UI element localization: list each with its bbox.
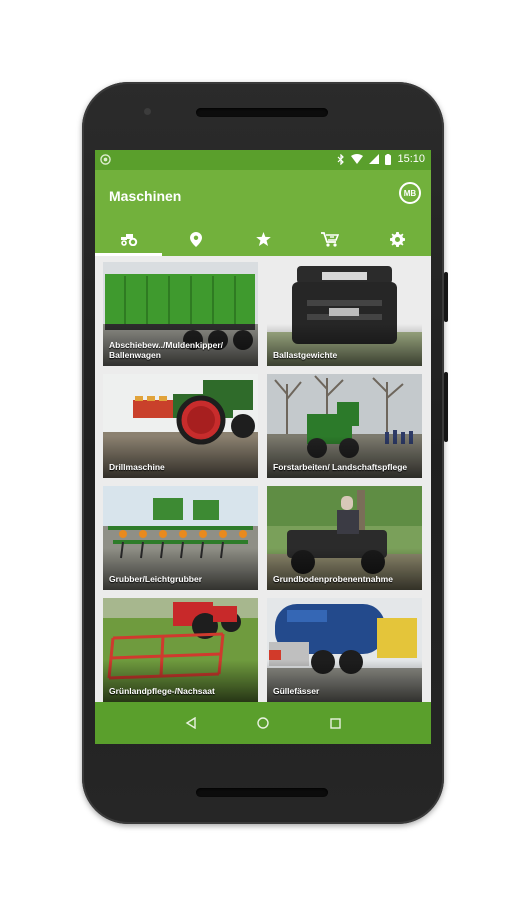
category-card[interactable]: Grünlandpflege-/Nachsaat xyxy=(103,598,258,702)
screen: 15:10 Maschinen MB Abschiebew../Muldenki… xyxy=(95,150,431,744)
app-bar: Maschinen MB xyxy=(95,170,431,222)
category-card[interactable]: Forstarbeiten/ Landschaftspflege xyxy=(267,374,422,478)
category-label: Grundbodenprobenentnahme xyxy=(273,574,393,584)
status-time: 15:10 xyxy=(397,153,425,165)
category-card[interactable]: Drillmaschine xyxy=(103,374,258,478)
phone-frame: 15:10 Maschinen MB Abschiebew../Muldenki… xyxy=(82,82,448,824)
category-card[interactable]: Grubber/Leichtgrubber xyxy=(103,486,258,590)
gear-icon xyxy=(389,231,405,247)
recents-icon[interactable] xyxy=(330,717,341,729)
category-label: Abschiebew../Muldenkipper/ Ballenwagen xyxy=(109,340,223,360)
category-label: Ballastgewichte xyxy=(273,350,338,360)
signal-icon xyxy=(369,154,380,164)
volume-button xyxy=(444,372,448,442)
category-card[interactable]: Grundbodenprobenentnahme xyxy=(267,486,422,590)
profile-avatar[interactable]: MB xyxy=(399,182,421,204)
star-icon xyxy=(255,232,271,246)
page-title: Maschinen xyxy=(109,188,182,204)
battery-icon xyxy=(385,153,392,165)
home-icon[interactable] xyxy=(257,717,270,729)
back-icon[interactable] xyxy=(185,717,197,729)
tab-settings[interactable] xyxy=(364,222,431,256)
wifi-icon xyxy=(351,154,364,164)
category-label: Grubber/Leichtgrubber xyxy=(109,574,203,584)
category-card[interactable]: Ballastgewichte xyxy=(267,262,422,366)
tractor-icon xyxy=(120,234,137,246)
bottom-speaker xyxy=(196,788,328,797)
top-speaker xyxy=(196,108,328,117)
bluetooth-icon xyxy=(338,153,345,165)
category-label: Grünlandpflege-/Nachsaat xyxy=(109,686,215,696)
power-button xyxy=(444,272,448,322)
location-pin-icon xyxy=(189,231,202,247)
category-card[interactable]: Abschiebew../Muldenkipper/ Ballenwagen xyxy=(103,262,258,366)
category-label: Drillmaschine xyxy=(109,462,165,472)
category-card[interactable]: Güllefässer xyxy=(267,598,422,702)
tab-favorites[interactable] xyxy=(229,222,296,256)
front-camera xyxy=(144,108,151,115)
category-label: Güllefässer xyxy=(273,686,320,696)
tab-machines[interactable] xyxy=(95,222,163,256)
notification-icon xyxy=(100,154,111,165)
cart-icon xyxy=(321,231,340,247)
tab-location[interactable] xyxy=(162,222,229,256)
status-bar: 15:10 xyxy=(95,150,431,170)
category-label: Forstarbeiten/ Landschaftspflege xyxy=(273,462,408,472)
system-nav-bar xyxy=(95,702,431,744)
tab-cart[interactable] xyxy=(297,222,364,256)
tab-bar xyxy=(95,222,431,256)
